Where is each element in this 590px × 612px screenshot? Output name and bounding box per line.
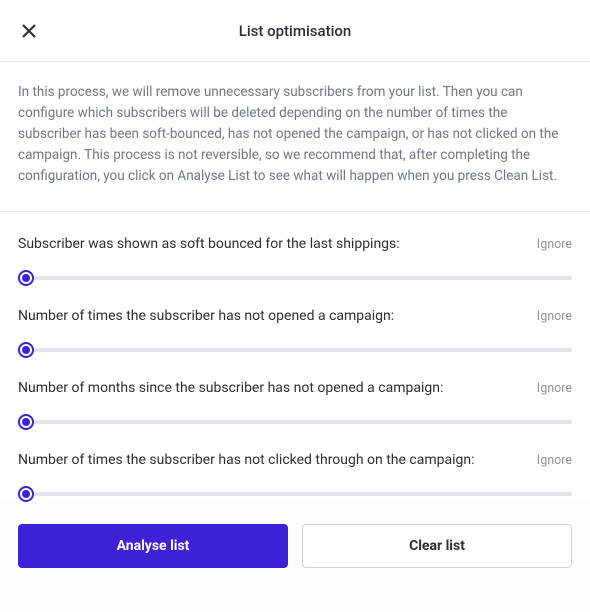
slider-soft-bounce[interactable]	[18, 270, 572, 286]
setting-label: Number of times the subscriber has not c…	[18, 452, 475, 468]
slider-thumb[interactable]	[18, 486, 34, 502]
slider-thumb[interactable]	[18, 414, 34, 430]
clear-list-button[interactable]: Clear list	[302, 524, 572, 568]
description-text: In this process, we will remove unnecess…	[18, 82, 572, 187]
ignore-link[interactable]: Ignore	[537, 237, 572, 252]
setting-row-soft-bounce: Subscriber was shown as soft bounced for…	[18, 236, 572, 286]
ignore-link[interactable]: Ignore	[537, 381, 572, 396]
ignore-link[interactable]: Ignore	[537, 309, 572, 324]
setting-row-not-opened-months: Number of months since the subscriber ha…	[18, 380, 572, 430]
slider-thumb[interactable]	[18, 342, 34, 358]
slider-not-opened-count[interactable]	[18, 342, 572, 358]
slider-track	[26, 492, 572, 496]
slider-thumb[interactable]	[18, 270, 34, 286]
setting-label: Number of times the subscriber has not o…	[18, 308, 394, 324]
setting-label: Number of months since the subscriber ha…	[18, 380, 443, 396]
slider-track	[26, 348, 572, 352]
settings-section: Subscriber was shown as soft bounced for…	[0, 212, 590, 502]
modal-header: List optimisation	[0, 0, 590, 62]
analyse-list-button[interactable]: Analyse list	[18, 524, 288, 568]
setting-label: Subscriber was shown as soft bounced for…	[18, 236, 400, 252]
slider-not-clicked[interactable]	[18, 486, 572, 502]
description-section: In this process, we will remove unnecess…	[0, 62, 590, 212]
page-title: List optimisation	[0, 22, 590, 40]
button-row: Analyse list Clear list	[0, 524, 590, 586]
ignore-link[interactable]: Ignore	[537, 453, 572, 468]
slider-not-opened-months[interactable]	[18, 414, 572, 430]
setting-row-not-clicked: Number of times the subscriber has not c…	[18, 452, 572, 502]
setting-row-not-opened-count: Number of times the subscriber has not o…	[18, 308, 572, 358]
close-icon[interactable]	[18, 20, 40, 42]
slider-track	[26, 420, 572, 424]
slider-track	[26, 276, 572, 280]
